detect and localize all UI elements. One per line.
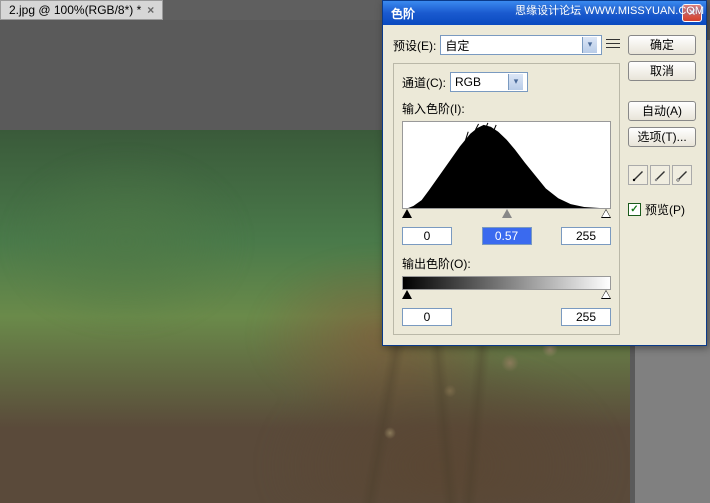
document-tab-label: 2.jpg @ 100%(RGB/8*) * (9, 3, 141, 17)
preset-menu-icon[interactable] (606, 39, 620, 51)
chevron-down-icon: ▾ (582, 37, 597, 53)
output-slider[interactable] (402, 292, 611, 302)
highlight-slider-handle[interactable] (601, 209, 611, 218)
levels-dialog: 色阶 × 预设(E): 自定 ▾ 通道(C): RGB ▾ (382, 0, 707, 346)
shadow-slider-handle[interactable] (402, 209, 412, 218)
cancel-button[interactable]: 取消 (628, 61, 696, 81)
gray-point-eyedropper-icon[interactable] (650, 165, 670, 185)
input-levels-label: 输入色阶(I): (402, 100, 611, 117)
ok-button[interactable]: 确定 (628, 35, 696, 55)
channel-value: RGB (455, 75, 481, 89)
input-gamma-field[interactable]: 0.57 (482, 227, 532, 245)
white-point-eyedropper-icon[interactable] (672, 165, 692, 185)
auto-button[interactable]: 自动(A) (628, 101, 696, 121)
histogram (402, 121, 611, 209)
channel-dropdown[interactable]: RGB ▾ (450, 72, 528, 92)
black-point-eyedropper-icon[interactable] (628, 165, 648, 185)
preview-label: 预览(P) (645, 201, 685, 218)
preset-value: 自定 (445, 37, 469, 54)
output-shadow-handle[interactable] (402, 290, 412, 299)
preset-label: 预设(E): (393, 37, 436, 54)
input-white-field[interactable]: 255 (561, 227, 611, 245)
preset-dropdown[interactable]: 自定 ▾ (440, 35, 602, 55)
output-white-field[interactable]: 255 (561, 308, 611, 326)
close-icon[interactable]: × (147, 3, 154, 17)
dialog-title: 色阶 (387, 5, 415, 22)
channel-label: 通道(C): (402, 74, 446, 91)
levels-fieldset: 通道(C): RGB ▾ 输入色阶(I): (393, 63, 620, 335)
output-highlight-handle[interactable] (601, 290, 611, 299)
input-black-field[interactable]: 0 (402, 227, 452, 245)
output-black-field[interactable]: 0 (402, 308, 452, 326)
input-slider[interactable] (402, 211, 611, 221)
document-tab[interactable]: 2.jpg @ 100%(RGB/8*) * × (0, 0, 163, 20)
midtone-slider-handle[interactable] (502, 209, 512, 218)
output-gradient (402, 276, 611, 290)
options-button[interactable]: 选项(T)... (628, 127, 696, 147)
watermark-text: 思缘设计论坛 WWW.MISSYUAN.COM (515, 2, 704, 18)
output-levels-label: 输出色阶(O): (402, 255, 611, 272)
preview-checkbox[interactable]: ✓ (628, 203, 641, 216)
chevron-down-icon: ▾ (508, 74, 523, 90)
